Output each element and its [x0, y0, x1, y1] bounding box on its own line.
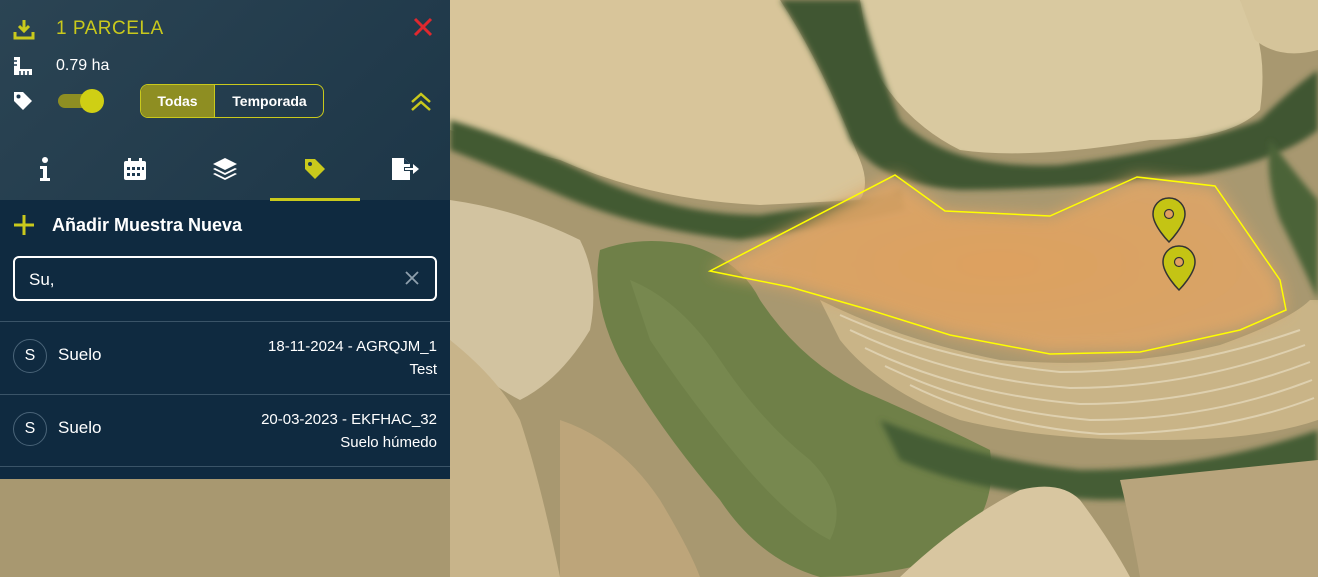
add-sample-label: Añadir Muestra Nueva: [52, 214, 243, 235]
tab-export[interactable]: [360, 140, 450, 198]
tag-icon: [305, 159, 325, 179]
close-icon[interactable]: [410, 14, 436, 40]
ruler-icon: [12, 55, 34, 77]
area-value: 0.79 ha: [56, 57, 110, 74]
sample-code: 18-11-2024 - AGRQJM_1: [268, 338, 437, 355]
tag-row: [12, 84, 34, 118]
season-filter: Todas Temporada: [140, 84, 324, 118]
tab-calendar[interactable]: [90, 140, 180, 198]
sample-pin-1-icon[interactable]: [1150, 196, 1188, 244]
tag-icon: [12, 90, 34, 112]
export-icon: [392, 158, 419, 180]
toggle-knob: [80, 89, 104, 113]
collapse-button[interactable]: [408, 90, 434, 114]
chevron-double-up-icon[interactable]: [408, 90, 434, 114]
tab-info[interactable]: [0, 140, 90, 198]
list-item[interactable]: S Suelo 20-03-2023 - EKFHAC_32 Suelo húm…: [0, 394, 450, 467]
tag-toggle[interactable]: [58, 89, 104, 113]
parcel-panel: 1 PARCELA 0.79 ha Todas Temporada Añadir…: [0, 0, 450, 479]
avatar: S: [13, 412, 47, 446]
area-row: 0.79 ha: [12, 52, 109, 80]
sample-search: [13, 256, 437, 301]
sample-pin-2-icon[interactable]: [1160, 244, 1198, 292]
filter-todas-button[interactable]: Todas: [141, 85, 215, 117]
tab-bar: [0, 140, 450, 201]
tab-tags[interactable]: [270, 140, 360, 201]
avatar: S: [13, 339, 47, 373]
calendar-icon: [124, 158, 146, 180]
download-icon[interactable]: [12, 17, 36, 41]
tab-layers[interactable]: [180, 140, 270, 198]
info-icon: [40, 157, 50, 181]
title-row: 1 PARCELA: [12, 14, 164, 44]
plus-icon: [14, 215, 34, 235]
list-item[interactable]: S Suelo 18-11-2024 - AGRQJM_1 Test: [0, 321, 450, 394]
add-sample-button[interactable]: Añadir Muestra Nueva: [12, 210, 242, 240]
sample-note: Suelo húmedo: [340, 434, 437, 451]
clear-search-icon[interactable]: [403, 269, 421, 287]
sample-note: Test: [409, 361, 437, 378]
sample-name: Suelo: [58, 345, 102, 364]
sample-name: Suelo: [58, 418, 102, 437]
divider: [0, 466, 450, 467]
sample-search-input[interactable]: [27, 266, 391, 294]
page-title: 1 PARCELA: [56, 18, 164, 39]
sample-code: 20-03-2023 - EKFHAC_32: [261, 411, 437, 428]
close-button[interactable]: [410, 14, 436, 40]
filter-temporada-button[interactable]: Temporada: [215, 85, 323, 117]
layers-icon: [213, 158, 237, 180]
